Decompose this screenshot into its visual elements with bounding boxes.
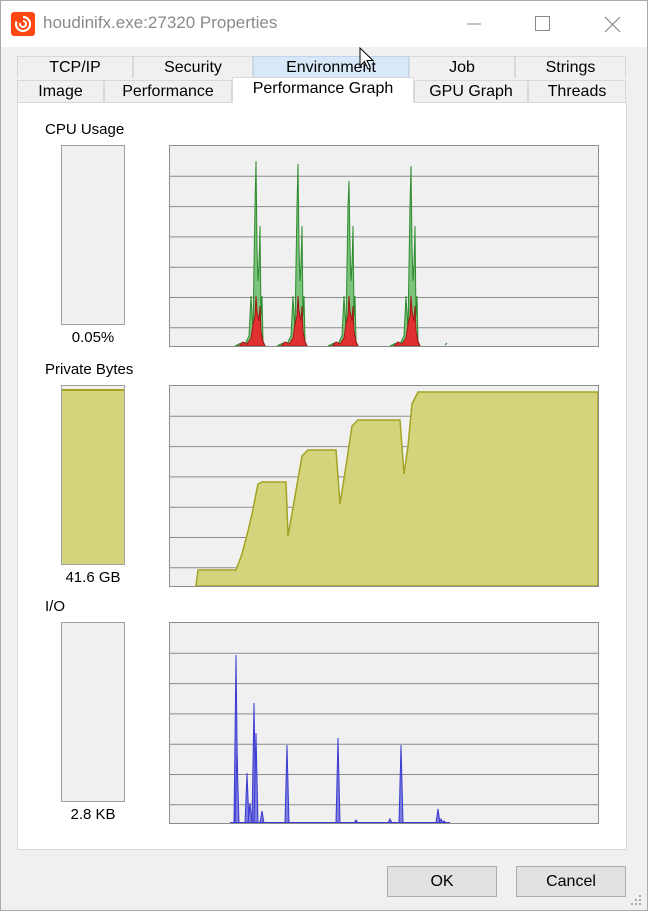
window-title: houdinifx.exe:27320 Properties (43, 13, 278, 32)
cpu-trace (444, 342, 448, 346)
io-graph (169, 622, 599, 824)
cpu-usage-label: CPU Usage (45, 121, 125, 138)
io-spike (259, 810, 265, 823)
properties-window: houdinifx.exe:27320 Properties TCP/IP Se… (0, 0, 648, 911)
tab-environment[interactable]: Environment (253, 56, 409, 78)
cpu-usage-graph (169, 145, 599, 347)
tab-performance[interactable]: Performance (104, 80, 232, 102)
private-bytes-value: 41.6 GB (65, 569, 121, 586)
cpu-usage-meter (61, 145, 125, 325)
io-spike (284, 744, 290, 823)
tab-image[interactable]: Image (17, 80, 104, 102)
io-meter (61, 622, 125, 802)
private-bytes-graph-plot (170, 391, 598, 586)
minimize-button[interactable] (451, 1, 497, 47)
maximize-button[interactable] (519, 1, 565, 47)
cpu-usage-value: 0.05% (71, 329, 115, 346)
tab-tcpip[interactable]: TCP/IP (17, 56, 133, 78)
resize-grip-icon[interactable] (629, 893, 643, 907)
io-value: 2.8 KB (70, 806, 116, 823)
tab-performance-graph[interactable]: Performance Graph (232, 77, 414, 103)
close-icon (604, 16, 621, 33)
io-spike (435, 808, 441, 823)
tab-threads[interactable]: Threads (528, 80, 626, 102)
close-button[interactable] (589, 1, 635, 47)
io-graph-plot (170, 652, 598, 823)
ok-button[interactable]: OK (387, 866, 497, 897)
private-bytes-meter-fill (62, 389, 124, 564)
private-bytes-label: Private Bytes (45, 361, 134, 378)
private-bytes-meter (61, 385, 125, 565)
tab-job[interactable]: Job (409, 56, 515, 78)
cancel-button[interactable]: Cancel (516, 866, 626, 897)
minimize-icon (467, 23, 481, 25)
tab-gpu-graph[interactable]: GPU Graph (414, 80, 528, 102)
maximize-icon (535, 16, 550, 31)
tab-row-bottom: Image Performance Performance Graph GPU … (17, 77, 627, 104)
io-spike (398, 744, 404, 823)
tab-strings[interactable]: Strings (515, 56, 626, 78)
private-bytes-area (195, 391, 598, 586)
title-bar[interactable]: houdinifx.exe:27320 Properties (1, 1, 647, 47)
io-spike (335, 737, 341, 823)
mouse-cursor-icon (359, 47, 375, 70)
private-bytes-graph (169, 385, 599, 587)
houdini-app-icon (11, 12, 35, 36)
cpu-usage-graph-plot (170, 160, 598, 346)
io-label: I/O (45, 598, 66, 615)
tab-security[interactable]: Security (133, 56, 253, 78)
